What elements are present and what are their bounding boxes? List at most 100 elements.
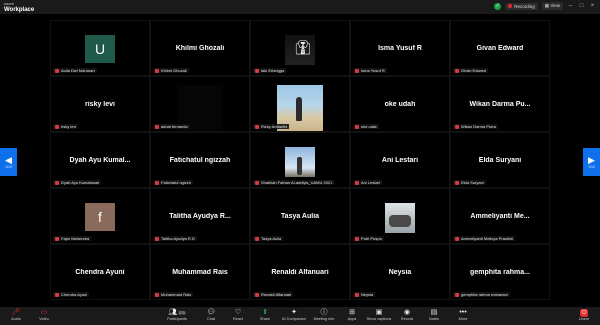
shield-check-icon[interactable]: ✓ — [494, 2, 502, 10]
participant-name-label: Fajar Mahendra — [53, 236, 92, 241]
mic-muted-icon — [455, 180, 459, 185]
participant-label-text: Shabilah Fathan Al-addiyis_UAMU 2021 — [261, 180, 333, 185]
participant-tile[interactable]: 👔︎ lalu Erlangga — [250, 20, 350, 76]
close-icon[interactable]: × — [589, 2, 596, 10]
participant-display-name: Elda Suryani — [478, 157, 522, 164]
group-photo-icon — [389, 215, 411, 227]
participant-name-label: Elda Suryani — [453, 180, 486, 185]
participant-display-name: Khilmi Ghozali — [175, 45, 225, 52]
mic-muted-icon — [155, 68, 159, 73]
participant-tile[interactable]: Isma Yusuf R Isma Yusuf R — [350, 20, 450, 76]
participant-name-label: Chendra Ayuni — [53, 292, 90, 297]
participant-tile[interactable]: Muhammad Rais Muhammad Rais — [150, 244, 250, 300]
participant-name-label: oke udah — [353, 124, 380, 129]
mic-muted-icon — [155, 292, 159, 297]
more-icon: ••• — [459, 309, 467, 316]
app-logo: zoom Workplace — [4, 1, 34, 13]
participant-name-label: Shabilah Fathan Al-addiyis_UAMU 2021 — [253, 180, 335, 185]
participant-label-text: Givan Edward — [461, 68, 487, 73]
participant-tile[interactable]: Ani Lestari Ani Lestari — [350, 132, 450, 188]
person-silhouette-icon — [296, 97, 302, 121]
person-silhouette-icon — [297, 157, 302, 175]
participant-tile[interactable]: Fatichatul ngizzah Fatichatul ngizzh — [150, 132, 250, 188]
participant-label-text: oke udah — [361, 124, 378, 129]
recording-label: Recording — [514, 3, 535, 9]
participant-tile[interactable]: oke udah oke udah — [350, 76, 450, 132]
view-label: View — [550, 3, 560, 8]
participant-tile[interactable]: Dyah Ayu Kumal... Dyah Ayu Kumalasari — [50, 132, 150, 188]
meeting-toolbar: 🎤︎ Audio ▭ Video 👥︎ 270 Participants 💬︎ C… — [0, 307, 600, 325]
participant-name-label: Fatichatul ngizzh — [153, 180, 194, 185]
record-dot-icon — [508, 4, 513, 8]
participant-display-name: Dyah Ayu Kumal... — [69, 157, 131, 164]
leave-button[interactable]: ⏻ Leave — [568, 309, 600, 322]
people-icon: 👥︎ 270 — [168, 309, 186, 316]
participant-tile[interactable]: Khilmi Ghozali Khilmi Ghozali — [150, 20, 250, 76]
mic-muted-icon: 🎤︎ — [11, 309, 21, 316]
participant-tile[interactable]: akhat fernando — [150, 76, 250, 132]
participant-tile[interactable]: Putri Puspa — [350, 188, 450, 244]
info-icon: ⓘ — [320, 309, 328, 316]
participants-button[interactable]: 👥︎ 270 Participants — [161, 309, 193, 322]
previous-page-button[interactable]: ◀ 1/10 — [0, 148, 17, 176]
ai-companion-button[interactable]: ✦ AI Companion — [278, 309, 310, 322]
participant-name-label: Givan Edward — [453, 68, 489, 73]
grid-view-icon: ▦ — [544, 3, 550, 8]
participant-tile[interactable]: risky levi risky levi — [50, 76, 150, 132]
mic-muted-icon — [55, 124, 59, 129]
participant-tile[interactable]: Givan Edward Givan Edward — [450, 20, 550, 76]
participant-tile[interactable]: Rizky Ardiantis — [250, 76, 350, 132]
mic-muted-icon — [55, 68, 59, 73]
participant-display-name: Wikan Darma Pu... — [469, 101, 531, 108]
participant-label-text: Renaldi Alfanuari — [261, 292, 292, 297]
participant-name-label: lalu Erlangga — [253, 68, 287, 73]
mic-muted-icon — [455, 124, 459, 129]
mic-muted-icon — [455, 68, 459, 73]
participant-display-name: Talitha Ayudya R... — [169, 213, 231, 220]
participant-name-label: Talitha Ayudya R.D — [153, 236, 197, 241]
participant-display-name: risky levi — [85, 101, 115, 108]
maximize-icon[interactable]: □ — [578, 2, 585, 10]
video-button[interactable]: ▭ Video — [28, 309, 60, 322]
suit-figure-icon: 👔︎ — [294, 39, 312, 55]
captions-icon: ▣ — [375, 309, 383, 316]
participant-label-text: Putri Puspa — [361, 236, 382, 241]
participant-name-label: Muhammad Rais — [153, 292, 194, 297]
mic-muted-icon — [355, 236, 359, 241]
participant-tile[interactable]: Renaldi Alfanuari Renaldi Alfanuari — [250, 244, 350, 300]
participant-tile[interactable]: Neysia Neysia — [350, 244, 450, 300]
page-indicator-right: 1/10 — [588, 164, 595, 169]
more-button[interactable]: ••• More — [447, 309, 479, 322]
participant-tile[interactable]: Tasya Aulia Tasya Aulia — [250, 188, 350, 244]
mic-muted-icon — [355, 124, 359, 129]
participant-name-label: Dyah Ayu Kumalasari — [53, 180, 102, 185]
participant-label-text: Fatichatul ngizzh — [161, 180, 192, 185]
participant-display-name: Givan Edward — [476, 45, 524, 52]
participant-label-text: Neysia — [361, 292, 374, 297]
next-page-button[interactable]: ▶ 1/10 — [583, 148, 600, 176]
mic-muted-icon — [355, 292, 359, 297]
participant-label-text: Fajar Mahendra — [61, 236, 90, 241]
participant-tile[interactable]: f Fajar Mahendra — [50, 188, 150, 244]
react-label: React — [233, 317, 243, 321]
participant-tile[interactable]: Shabilah Fathan Al-addiyis_UAMU 2021 — [250, 132, 350, 188]
participant-tile[interactable]: Elda Suryani Elda Suryani — [450, 132, 550, 188]
participant-name-label: Isma Yusuf R — [353, 68, 387, 73]
participant-tile[interactable]: Chendra Ayuni Chendra Ayuni — [50, 244, 150, 300]
participant-label-text: Tasya Aulia — [261, 236, 282, 241]
participant-tile[interactable]: Talitha Ayudya R... Talitha Ayudya R.D — [150, 188, 250, 244]
participant-tile[interactable]: Wikan Darma Pu... Wikan Darma Putra — [450, 76, 550, 132]
participants-label: Participants — [167, 317, 187, 321]
view-button[interactable]: ▦ View — [541, 2, 563, 10]
notes-button[interactable]: ▤ Notes — [418, 309, 450, 322]
participant-display-name: Fatichatul ngizzah — [169, 157, 231, 164]
video-off-icon: ▭ — [40, 309, 48, 316]
recording-indicator[interactable]: Recording — [505, 2, 538, 10]
participant-tile[interactable]: U Aulia Dwi Maharani — [50, 20, 150, 76]
participant-name-label: Wikan Darma Putra — [453, 124, 498, 129]
participant-tile[interactable]: Ammeliyanti Me... Ammeliyanti Melicya Pra… — [450, 188, 550, 244]
participant-tile[interactable]: gemphita rahma... gemphita rahma maharani — [450, 244, 550, 300]
participant-label-text: Isma Yusuf R — [361, 68, 385, 73]
share-button[interactable]: ⬆ Share — [249, 309, 281, 322]
minimize-icon[interactable]: – — [567, 2, 574, 10]
